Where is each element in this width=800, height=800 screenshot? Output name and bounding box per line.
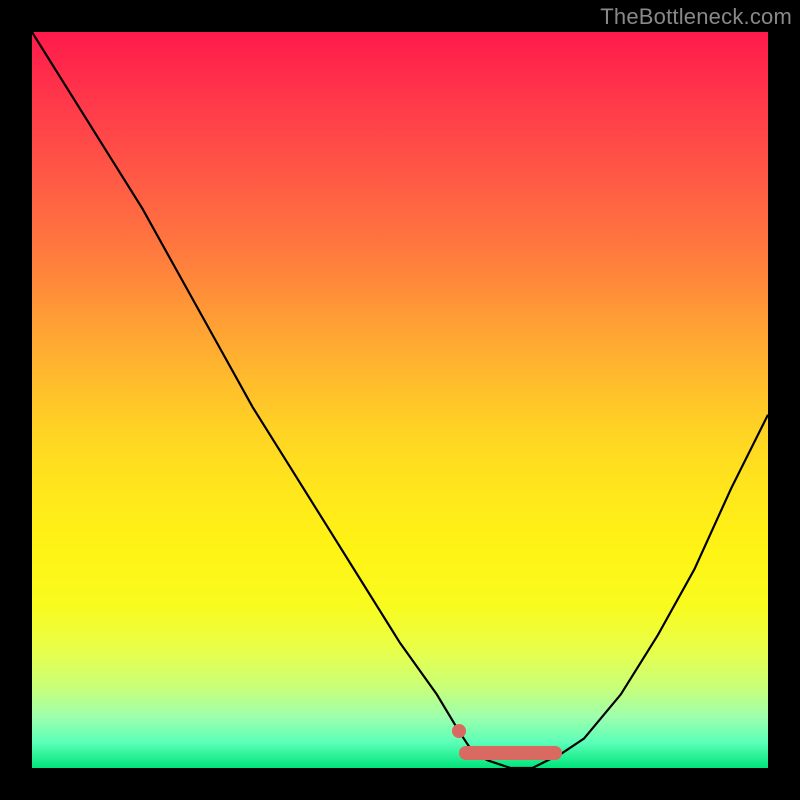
chart-frame: TheBottleneck.com [0,0,800,800]
bottleneck-curve [32,32,768,768]
optimal-point-marker [452,724,466,738]
optimal-range-band [459,746,562,760]
plot-area [32,32,768,768]
watermark-text: TheBottleneck.com [600,4,792,30]
curve-path [32,32,768,768]
